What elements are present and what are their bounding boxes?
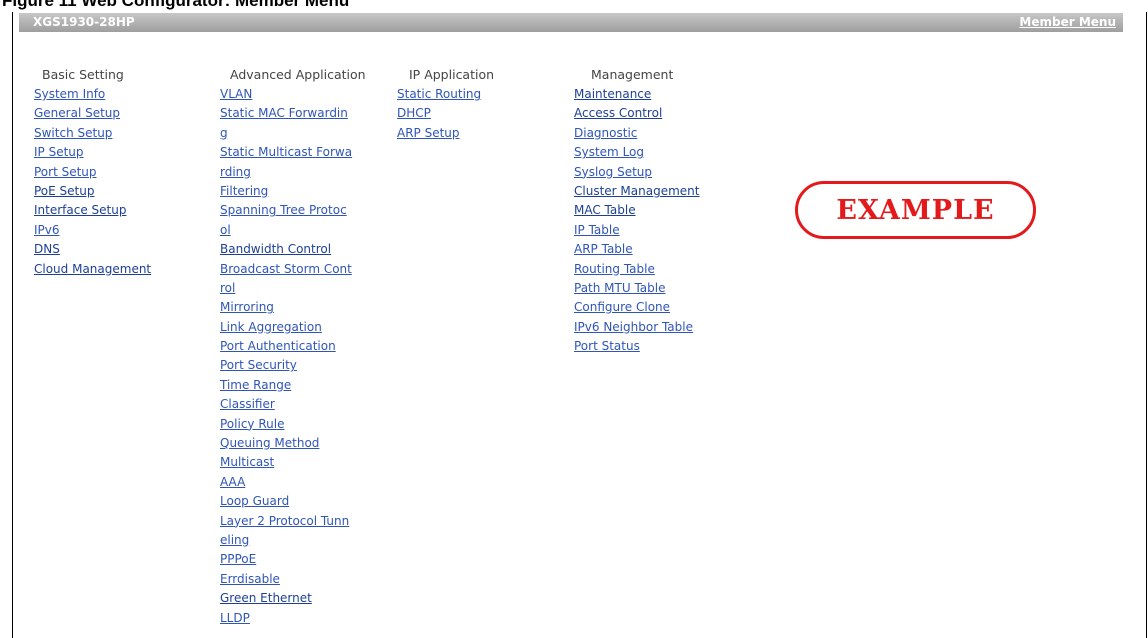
menu-link-static-routing[interactable]: Static Routing [397,85,494,104]
menu-link-mac-table[interactable]: MAC Table [574,201,699,220]
menu-link-queuing-method[interactable]: Queuing Method [220,434,366,453]
menu-link-mirroring[interactable]: Mirroring [220,298,366,317]
menu-link-port-authentication[interactable]: Port Authentication [220,337,366,356]
menu-link-static-mac-forwarding[interactable]: Static MAC Forwardin [220,104,366,123]
title-bar: XGS1930-28HP Member Menu [19,13,1123,32]
menu-link-pppoe[interactable]: PPPoE [220,550,366,569]
menu-link-ip-table[interactable]: IP Table [574,221,699,240]
menu-link-dns[interactable]: DNS [34,240,151,259]
menu-link-bandwidth-control[interactable]: Bandwidth Control [220,240,366,259]
menu-link-port-security[interactable]: Port Security [220,356,366,375]
menu-link-aaa[interactable]: AAA [220,473,366,492]
menu-link-layer2-protocol-tunneling[interactable]: Layer 2 Protocol Tunn [220,512,366,531]
menu-link-classifier[interactable]: Classifier [220,395,366,414]
menu-link-arp-setup[interactable]: ARP Setup [397,124,494,143]
menu-link-vlan[interactable]: VLAN [220,85,366,104]
menu-link-static-mac-forwarding-wrap[interactable]: g [220,124,366,143]
menu-link-errdisable[interactable]: Errdisable [220,570,366,589]
menu-link-arp-table[interactable]: ARP Table [574,240,699,259]
menu-link-layer2-protocol-tunneling-wrap[interactable]: eling [220,531,366,550]
menu-link-port-setup[interactable]: Port Setup [34,163,151,182]
menu-link-filtering[interactable]: Filtering [220,182,366,201]
menu-link-cluster-management[interactable]: Cluster Management [574,182,699,201]
basic-setting-column: Basic Setting System Info General Setup … [34,67,151,279]
menu-link-port-status[interactable]: Port Status [574,337,699,356]
management-heading: Management [591,67,674,82]
menu-link-broadcast-storm-control[interactable]: Broadcast Storm Cont [220,260,366,279]
menu-link-ip-setup[interactable]: IP Setup [34,143,151,162]
menu-link-green-ethernet[interactable]: Green Ethernet [220,589,366,608]
menu-link-cloud-management[interactable]: Cloud Management [34,260,151,279]
menu-link-loop-guard[interactable]: Loop Guard [220,492,366,511]
menu-link-dhcp[interactable]: DHCP [397,104,494,123]
menu-link-system-log[interactable]: System Log [574,143,699,162]
menu-link-maintenance[interactable]: Maintenance [574,85,699,104]
advanced-application-heading: Advanced Application [230,67,366,82]
example-stamp-text: EXAMPLE [836,194,995,226]
advanced-application-column: Advanced Application VLAN Static MAC For… [220,67,366,628]
ip-application-column: IP Application Static Routing DHCP ARP S… [397,67,494,143]
menu-link-broadcast-storm-control-wrap[interactable]: rol [220,279,366,298]
member-menu-link[interactable]: Member Menu [1019,15,1116,29]
menu-link-access-control[interactable]: Access Control [574,104,699,123]
management-column: Management Maintenance Access Control Di… [574,67,699,356]
menu-link-spanning-tree-protocol[interactable]: Spanning Tree Protoc [220,201,366,220]
basic-setting-heading: Basic Setting [42,67,124,82]
menu-link-poe-setup[interactable]: PoE Setup [34,182,151,201]
menu-link-path-mtu-table[interactable]: Path MTU Table [574,279,699,298]
menu-link-diagnostic[interactable]: Diagnostic [574,124,699,143]
menu-link-static-multicast-forwarding[interactable]: Static Multicast Forwa [220,143,366,162]
figure-caption: Figure 11 Web Configurator: Member Menu [2,0,350,10]
menu-link-policy-rule[interactable]: Policy Rule [220,415,366,434]
menu-link-configure-clone[interactable]: Configure Clone [574,298,699,317]
menu-link-switch-setup[interactable]: Switch Setup [34,124,151,143]
menu-link-routing-table[interactable]: Routing Table [574,260,699,279]
menu-link-static-multicast-forwarding-wrap[interactable]: rding [220,163,366,182]
menu-link-general-setup[interactable]: General Setup [34,104,151,123]
menu-link-multicast[interactable]: Multicast [220,453,366,472]
menu-link-lldp[interactable]: LLDP [220,609,366,628]
menu-link-spanning-tree-protocol-wrap[interactable]: ol [220,221,366,240]
menu-link-ipv6-neighbor-table[interactable]: IPv6 Neighbor Table [574,318,699,337]
menu-link-ipv6[interactable]: IPv6 [34,221,151,240]
menu-link-interface-setup[interactable]: Interface Setup [34,201,151,220]
model-name: XGS1930-28HP [33,15,135,29]
menu-link-link-aggregation[interactable]: Link Aggregation [220,318,366,337]
menu-link-time-range[interactable]: Time Range [220,376,366,395]
menu-link-syslog-setup[interactable]: Syslog Setup [574,163,699,182]
ip-application-heading: IP Application [409,67,495,82]
example-stamp: EXAMPLE [795,181,1036,239]
menu-link-system-info[interactable]: System Info [34,85,151,104]
